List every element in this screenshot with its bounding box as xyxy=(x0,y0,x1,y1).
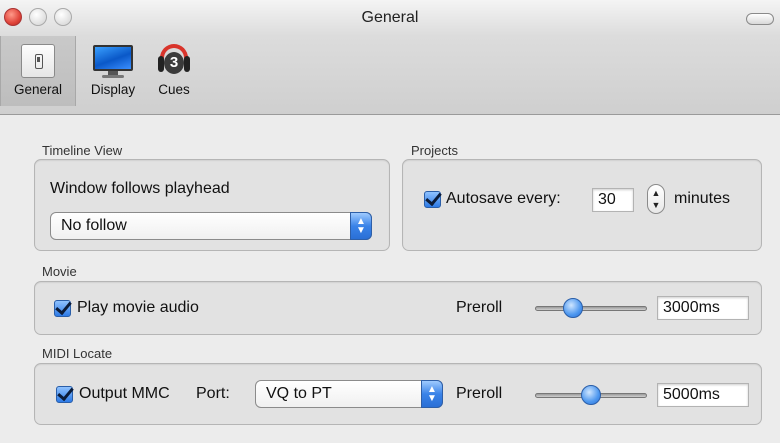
tab-display[interactable]: Display xyxy=(82,44,144,97)
headphones-icon: 3 xyxy=(154,44,194,78)
port-select[interactable]: VQ to PT ▲ ▼ xyxy=(255,380,443,408)
tab-cues[interactable]: 3 Cues xyxy=(150,44,198,97)
midi-preroll-label: Preroll xyxy=(456,385,503,402)
projects-group: Autosave every: 30 ▲ ▼ minutes xyxy=(402,159,762,251)
switch-icon xyxy=(21,44,55,78)
port-select-value: VQ to PT xyxy=(266,385,332,402)
autosave-minutes-input[interactable]: 30 xyxy=(592,188,634,212)
minutes-unit-label: minutes xyxy=(674,190,731,207)
port-label: Port: xyxy=(196,385,230,402)
monitor-icon xyxy=(90,44,136,78)
movie-preroll-label: Preroll xyxy=(456,299,503,316)
movie-group-label: Movie xyxy=(42,264,77,279)
window-follows-heading: Window follows playhead xyxy=(50,180,230,197)
follow-mode-select[interactable]: No follow ▲ ▼ xyxy=(50,212,372,240)
tab-cues-label: Cues xyxy=(158,82,190,97)
movie-preroll-slider[interactable] xyxy=(535,306,647,311)
output-mmc-label: Output MMC xyxy=(79,385,170,402)
play-movie-audio-checkbox[interactable] xyxy=(54,300,71,317)
movie-group: Play movie audio Preroll 3000ms xyxy=(34,281,762,335)
preferences-window: General General Display 3 Cues Timeline … xyxy=(0,0,780,443)
midi-locate-group: Output MMC Port: VQ to PT ▲ ▼ Preroll 500… xyxy=(34,363,762,425)
tab-general[interactable]: General xyxy=(0,36,76,106)
follow-mode-value: No follow xyxy=(61,217,127,234)
select-arrows-icon: ▲ ▼ xyxy=(421,380,443,408)
tab-general-label: General xyxy=(13,82,63,97)
play-movie-audio-label: Play movie audio xyxy=(77,299,199,316)
autosave-checkbox[interactable] xyxy=(424,191,441,208)
midi-locate-group-label: MIDI Locate xyxy=(42,346,113,361)
toolbar-toggle-button[interactable] xyxy=(746,13,774,25)
movie-preroll-value[interactable]: 3000ms xyxy=(657,296,749,320)
midi-preroll-value[interactable]: 5000ms xyxy=(657,383,749,407)
timeline-view-group: Window follows playhead No follow ▲ ▼ xyxy=(34,159,390,251)
select-arrows-icon: ▲ ▼ xyxy=(350,212,372,240)
title-bar: General xyxy=(0,0,780,36)
tab-display-label: Display xyxy=(90,82,136,97)
movie-preroll-slider-knob[interactable] xyxy=(562,298,583,318)
toolbar: General Display 3 Cues xyxy=(0,36,780,115)
window-title: General xyxy=(361,9,419,26)
autosave-label: Autosave every: xyxy=(446,190,561,207)
output-mmc-checkbox[interactable] xyxy=(56,386,73,403)
midi-preroll-slider-knob[interactable] xyxy=(581,385,601,405)
projects-group-label: Projects xyxy=(411,143,458,158)
autosave-stepper[interactable]: ▲ ▼ xyxy=(647,184,665,214)
timeline-view-group-label: Timeline View xyxy=(42,143,123,158)
